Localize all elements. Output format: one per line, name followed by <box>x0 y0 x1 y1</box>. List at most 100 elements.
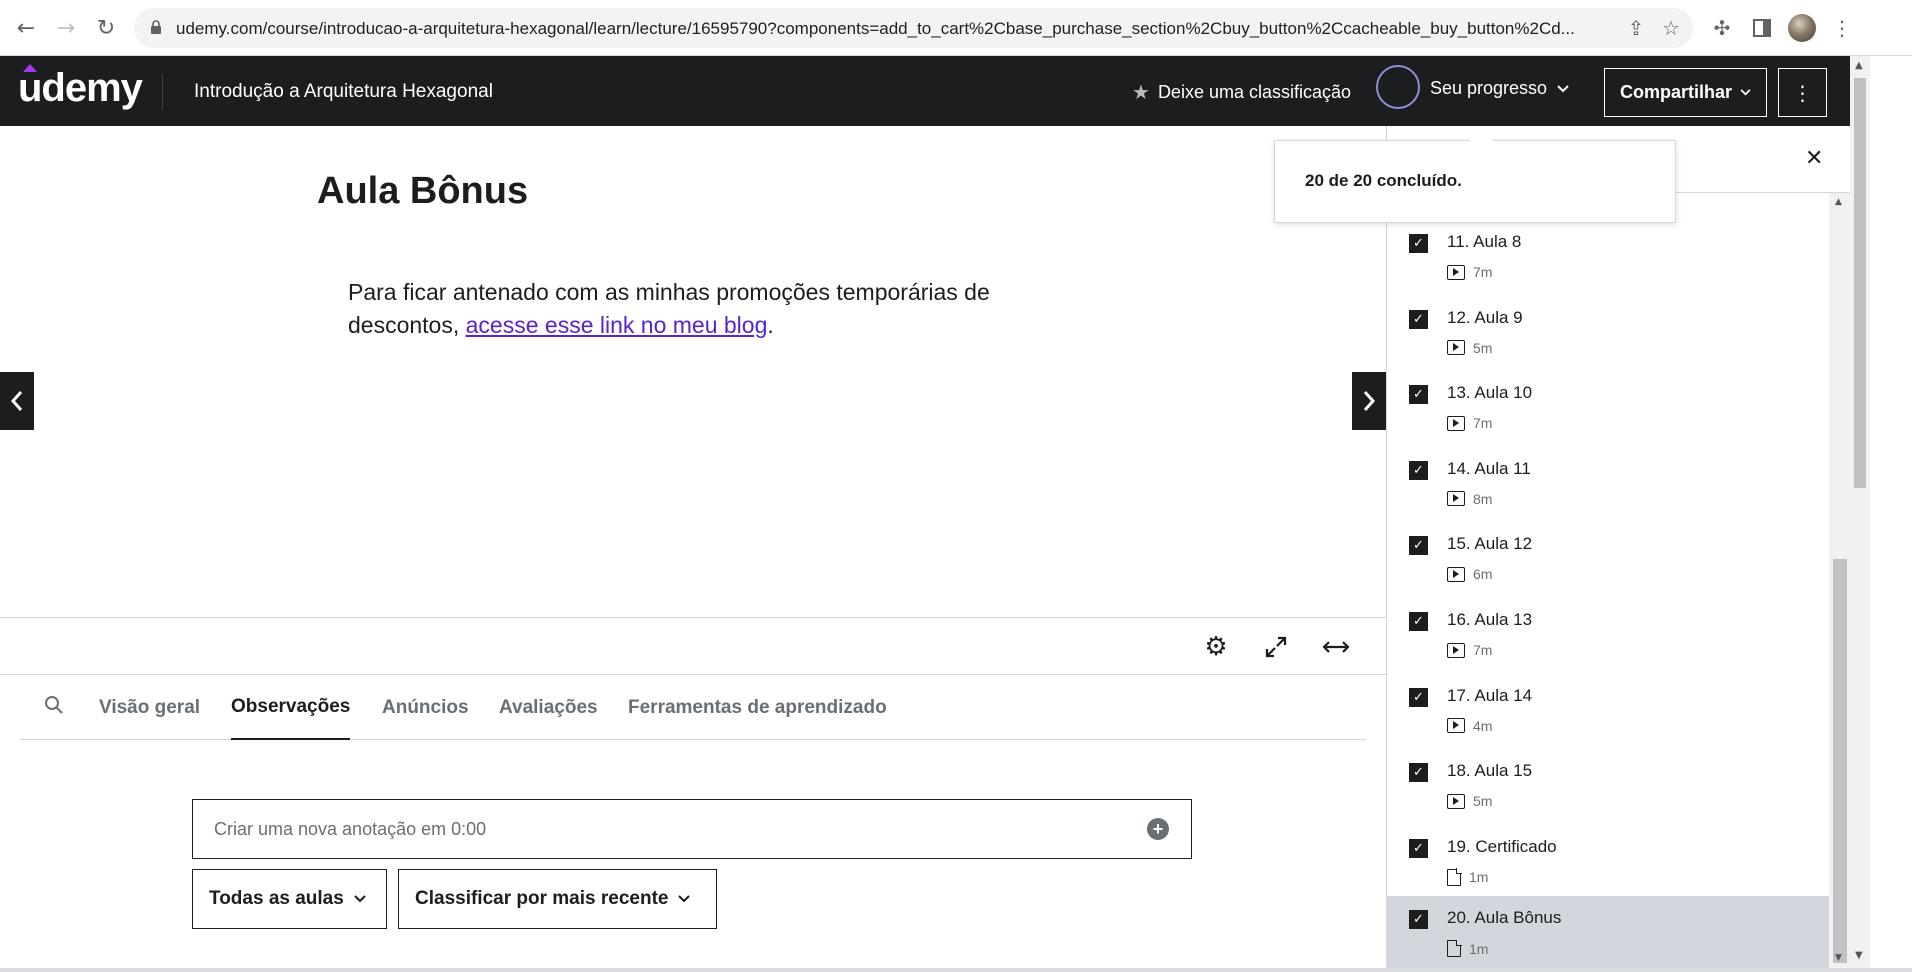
video-icon <box>1447 491 1465 507</box>
lesson-checkbox[interactable]: ✓ <box>1409 234 1428 253</box>
player-controls: ⚙ <box>0 617 1386 675</box>
sidebar-scroll-thumb[interactable] <box>1833 559 1847 963</box>
lesson-duration: 6m <box>1473 566 1493 583</box>
blog-link[interactable]: acesse esse link no meu blog <box>466 312 768 338</box>
lesson-checkbox[interactable]: ✓ <box>1409 536 1428 556</box>
lecture-text-end: . <box>767 312 774 338</box>
lesson-item[interactable]: ✓ 13. Aula 10 7m <box>1387 371 1829 447</box>
expand-width-icon[interactable] <box>1320 631 1352 663</box>
video-icon <box>1447 793 1465 809</box>
search-icon[interactable] <box>44 695 64 721</box>
lesson-duration: 1m <box>1469 940 1489 957</box>
browser-menu-icon[interactable]: ⋮ <box>1826 12 1858 44</box>
next-lecture-button[interactable] <box>1352 372 1386 430</box>
scroll-down-arrow-icon[interactable]: ▼ <box>1835 953 1842 963</box>
profile-avatar[interactable] <box>1788 14 1816 42</box>
scroll-down-arrow-icon[interactable]: ▼ <box>1855 950 1863 961</box>
lesson-title: 14. Aula 11 <box>1447 458 1531 478</box>
tab-overview[interactable]: Visão geral <box>99 675 200 740</box>
lesson-meta: 8m <box>1447 491 1492 507</box>
lesson-meta: 1m <box>1447 868 1488 886</box>
star-icon: ★ <box>1132 80 1150 104</box>
lesson-meta: 6m <box>1447 566 1492 582</box>
settings-gear-icon[interactable]: ⚙ <box>1200 631 1232 663</box>
tab-announcements[interactable]: Anúncios <box>382 675 469 740</box>
fullscreen-icon[interactable] <box>1260 631 1292 663</box>
forward-arrow-icon[interactable]: → <box>50 12 82 44</box>
lesson-checkbox[interactable]: ✓ <box>1409 763 1428 783</box>
lesson-item[interactable]: ✓ 20. Aula Bônus 1m <box>1387 896 1829 971</box>
lesson-meta: 7m <box>1447 642 1492 658</box>
page-scrollbar[interactable]: ▲ ▼ <box>1850 56 1870 968</box>
video-icon <box>1447 566 1465 582</box>
reload-icon[interactable]: ↻ <box>90 12 122 44</box>
scroll-up-arrow-icon[interactable]: ▲ <box>1855 60 1863 71</box>
lesson-title: 11. Aula 8 <box>1447 232 1522 251</box>
previous-lecture-button[interactable] <box>0 372 34 430</box>
lesson-checkbox[interactable]: ✓ <box>1409 687 1428 707</box>
tab-notes[interactable]: Observações <box>231 675 351 740</box>
share-page-icon[interactable]: ⇪ <box>1623 15 1649 41</box>
lesson-item[interactable]: ✓ 18. Aula 15 5m <box>1387 749 1829 825</box>
lesson-checkbox[interactable]: ✓ <box>1409 910 1428 930</box>
lesson-title: 13. Aula 10 <box>1447 383 1533 403</box>
more-options-icon[interactable]: ⋮ <box>1778 68 1827 117</box>
progress-ring[interactable] <box>1376 65 1420 109</box>
lesson-item[interactable]: ✓ 11. Aula 8 7m <box>1387 220 1829 296</box>
scroll-up-arrow-icon[interactable]: ▲ <box>1835 197 1842 207</box>
content-tabs: Visão geral Observações Anúncios Avaliaç… <box>20 675 1366 740</box>
lesson-item[interactable]: ✓ 16. Aula 13 7m <box>1387 598 1829 674</box>
lesson-checkbox[interactable]: ✓ <box>1409 838 1428 858</box>
address-bar[interactable]: udemy.com/course/introducao-a-arquitetur… <box>134 8 1693 48</box>
lesson-title: 12. Aula 9 <box>1447 307 1523 327</box>
lesson-item[interactable]: ✓ 17. Aula 14 4m <box>1387 674 1829 750</box>
lesson-item[interactable]: ✓ 19. Certificado 1m <box>1387 825 1829 901</box>
chevron-down-icon <box>1557 84 1569 92</box>
back-arrow-icon[interactable]: ← <box>10 12 42 44</box>
lesson-duration: 7m <box>1473 415 1493 432</box>
sort-label: Classificar por mais recente <box>415 888 669 909</box>
tab-learning-tools[interactable]: Ferramentas de aprendizado <box>628 675 887 740</box>
progress-popover-text: 20 de 20 concluído. <box>1305 171 1462 190</box>
lesson-meta: 5m <box>1447 793 1492 809</box>
share-button[interactable]: Compartilhar <box>1604 68 1767 117</box>
close-icon[interactable]: ✕ <box>1805 146 1823 171</box>
document-icon <box>1447 868 1462 886</box>
add-note-icon[interactable]: + <box>1147 818 1169 840</box>
lesson-item[interactable]: ✓ 12. Aula 9 5m <box>1387 296 1829 372</box>
lesson-checkbox[interactable]: ✓ <box>1409 309 1428 329</box>
sort-dropdown[interactable]: Classificar por mais recente <box>398 869 717 929</box>
chevron-left-icon <box>10 391 23 411</box>
lesson-title: 20. Aula Bônus <box>1447 908 1562 928</box>
lesson-checkbox[interactable]: ✓ <box>1409 612 1428 631</box>
lesson-checkbox[interactable]: ✓ <box>1409 460 1428 480</box>
lesson-meta: 7m <box>1447 415 1492 431</box>
video-icon <box>1447 415 1465 431</box>
browser-toolbar: ← → ↻ udemy.com/course/introducao-a-arqu… <box>0 0 1912 56</box>
bookmark-star-icon[interactable]: ☆ <box>1658 15 1684 41</box>
lesson-title: 16. Aula 13 <box>1447 610 1533 629</box>
video-icon <box>1447 642 1465 658</box>
side-panel-icon[interactable] <box>1746 12 1778 44</box>
page-scroll-thumb[interactable] <box>1854 78 1866 488</box>
udemy-logo[interactable]: udemy <box>18 66 143 111</box>
sidebar-scrollbar[interactable]: ▲ ▼ <box>1829 193 1851 968</box>
lesson-meta: 5m <box>1447 340 1492 356</box>
lecture-filter-dropdown[interactable]: Todas as aulas <box>192 869 387 929</box>
lesson-duration: 7m <box>1473 642 1493 658</box>
url-text[interactable]: udemy.com/course/introducao-a-arquitetur… <box>176 19 1616 39</box>
rate-course-button[interactable]: ★ Deixe uma classificação <box>1132 80 1351 104</box>
document-icon <box>1447 939 1462 958</box>
new-note-input[interactable] <box>193 800 1133 858</box>
extensions-puzzle-icon[interactable]: ✣ <box>1706 12 1738 44</box>
tab-reviews[interactable]: Avaliações <box>499 675 598 740</box>
lesson-item[interactable]: ✓ 15. Aula 12 6m <box>1387 522 1829 598</box>
lesson-item[interactable]: ✓ 14. Aula 11 8m <box>1387 447 1829 523</box>
course-content-sidebar: ✕ ✓ 11. Aula 8 7m ✓ 12. Aula 9 5m ✓ 13. Aula 10… <box>1386 126 1851 971</box>
course-title[interactable]: Introdução a Arquitetura Hexagonal <box>194 81 493 103</box>
new-note-field[interactable]: + <box>192 799 1192 859</box>
lesson-duration: 5m <box>1473 793 1493 810</box>
progress-label: Seu progresso <box>1430 78 1548 98</box>
progress-button[interactable]: Seu progresso <box>1430 78 1569 99</box>
lesson-checkbox[interactable]: ✓ <box>1409 385 1428 405</box>
